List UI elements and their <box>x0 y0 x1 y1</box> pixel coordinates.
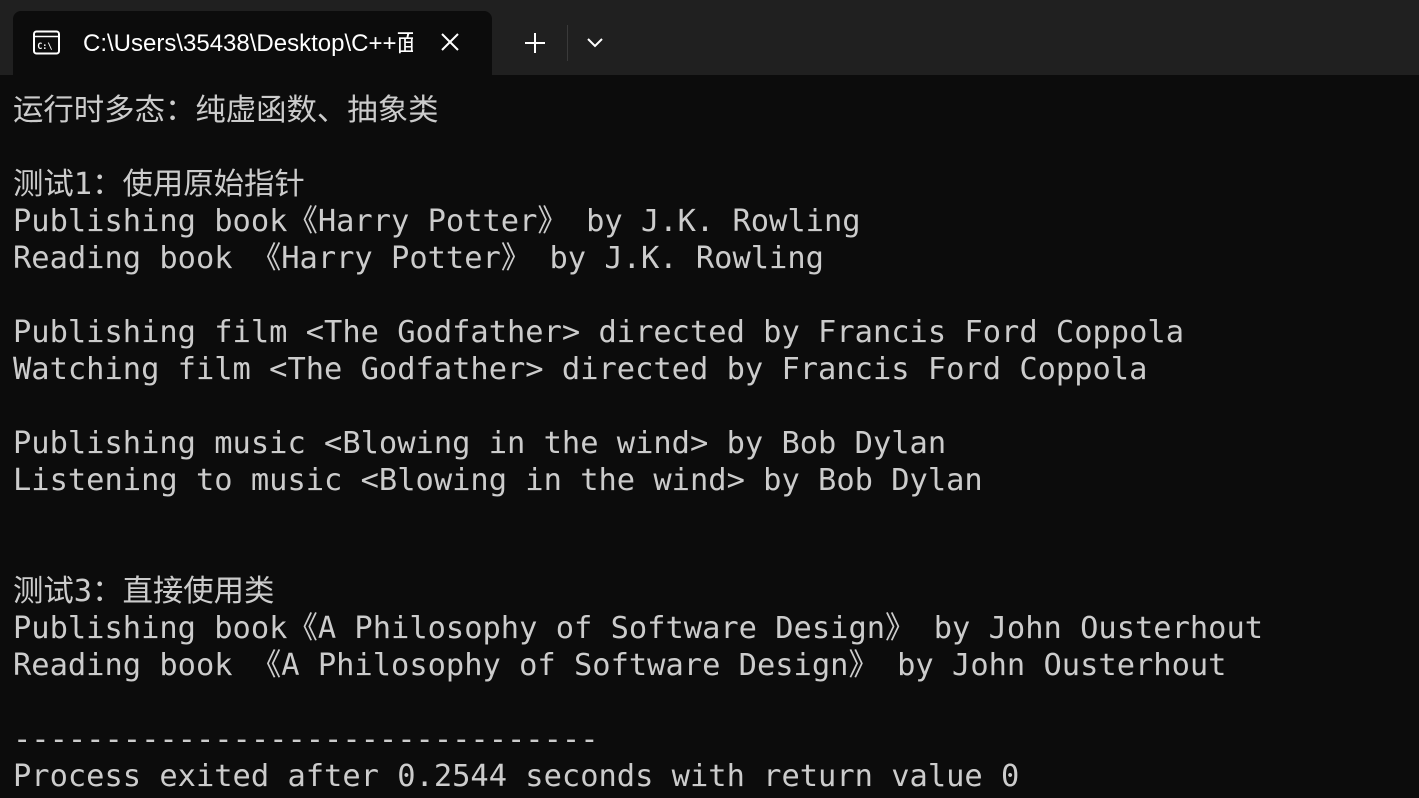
cmd-prompt-icon: C:\ <box>33 30 60 55</box>
console-line: 运行时多态：纯虚函数、抽象类 <box>13 93 439 128</box>
chevron-down-icon[interactable] <box>579 27 611 59</box>
console-line: Publishing book《Harry Potter》 by J.K. Ro… <box>13 204 861 239</box>
console-line: Watching film <The Godfather> directed b… <box>13 352 1148 387</box>
tab-title: C:\Users\35438\Desktop\C++面向对象程序设计\运行时多态… <box>83 30 413 57</box>
svg-text:C:\: C:\ <box>37 42 52 52</box>
console-line: 测试3：直接使用类 <box>13 574 275 609</box>
tab-active[interactable]: C:\ C:\Users\35438\Desktop\C++面向对象程序设计\运… <box>13 11 492 75</box>
console-line: Publishing film <The Godfather> directed… <box>13 315 1184 350</box>
console-line: Publishing music <Blowing in the wind> b… <box>13 426 947 461</box>
toolbar-divider <box>567 25 568 61</box>
console-line: Publishing book《A Philosophy of Software… <box>13 611 1264 646</box>
console-line: Listening to music <Blowing in the wind>… <box>13 463 983 498</box>
title-bar: C:\ C:\Users\35438\Desktop\C++面向对象程序设计\运… <box>0 0 1419 75</box>
console-line: -------------------------------- <box>13 722 599 757</box>
console-line: Process exited after 0.2544 seconds with… <box>13 759 1020 794</box>
close-icon[interactable] <box>439 31 461 53</box>
console-line: 测试1：使用原始指针 <box>13 167 305 202</box>
console-output[interactable]: 运行时多态：纯虚函数、抽象类 测试1：使用原始指针 Publishing boo… <box>0 75 1419 798</box>
plus-icon[interactable] <box>519 27 551 59</box>
console-line: Reading book 《Harry Potter》 by J.K. Rowl… <box>13 241 824 276</box>
terminal-window: C:\ C:\Users\35438\Desktop\C++面向对象程序设计\运… <box>0 0 1419 798</box>
console-line: Reading book 《A Philosophy of Software D… <box>13 648 1227 683</box>
